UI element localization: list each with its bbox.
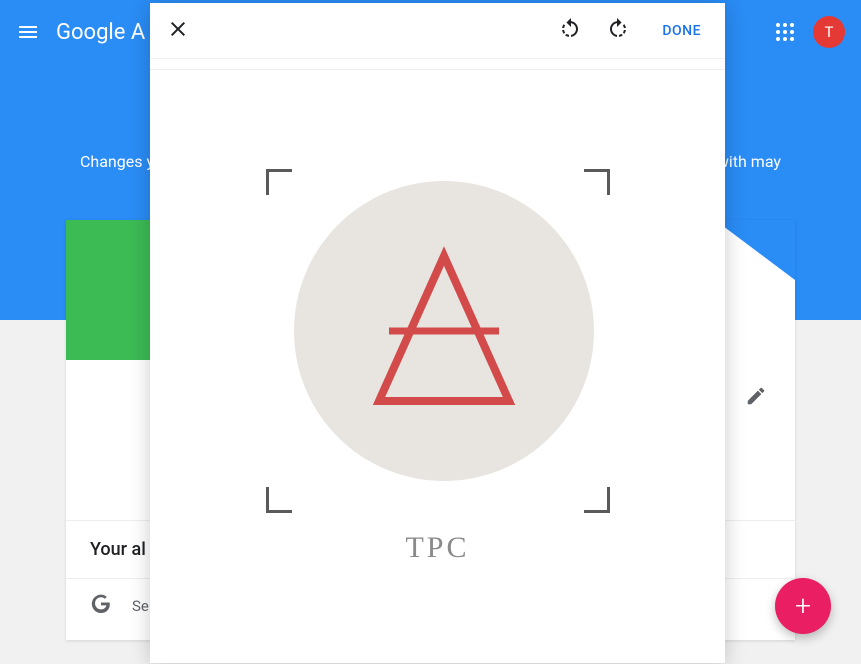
avatar-initial: T — [825, 23, 834, 41]
edit-icon[interactable] — [745, 385, 767, 411]
rotate-right-icon[interactable] — [606, 17, 630, 45]
done-button[interactable]: DONE — [662, 23, 701, 39]
add-fab[interactable]: + — [775, 578, 831, 634]
plus-icon: + — [795, 592, 811, 620]
profile-image — [294, 181, 594, 481]
crop-handle-br[interactable] — [584, 487, 610, 513]
albums-row-text: Se — [132, 597, 149, 615]
crop-area: TPC — [150, 70, 725, 663]
photo-crop-modal: DONE TPC — [150, 3, 725, 663]
account-avatar[interactable]: T — [813, 16, 845, 48]
corner-decoration — [715, 220, 795, 280]
rotate-left-icon[interactable] — [558, 17, 582, 45]
close-icon[interactable] — [166, 17, 190, 45]
crop-handle-bl[interactable] — [266, 487, 292, 513]
modal-header: DONE — [150, 3, 725, 59]
crop-frame[interactable] — [266, 169, 610, 513]
menu-icon[interactable] — [16, 20, 40, 44]
crop-handle-tl[interactable] — [266, 169, 292, 195]
apps-icon[interactable] — [773, 20, 797, 44]
image-caption: TPC — [405, 531, 469, 565]
crop-handle-tr[interactable] — [584, 169, 610, 195]
google-g-icon — [90, 593, 112, 619]
